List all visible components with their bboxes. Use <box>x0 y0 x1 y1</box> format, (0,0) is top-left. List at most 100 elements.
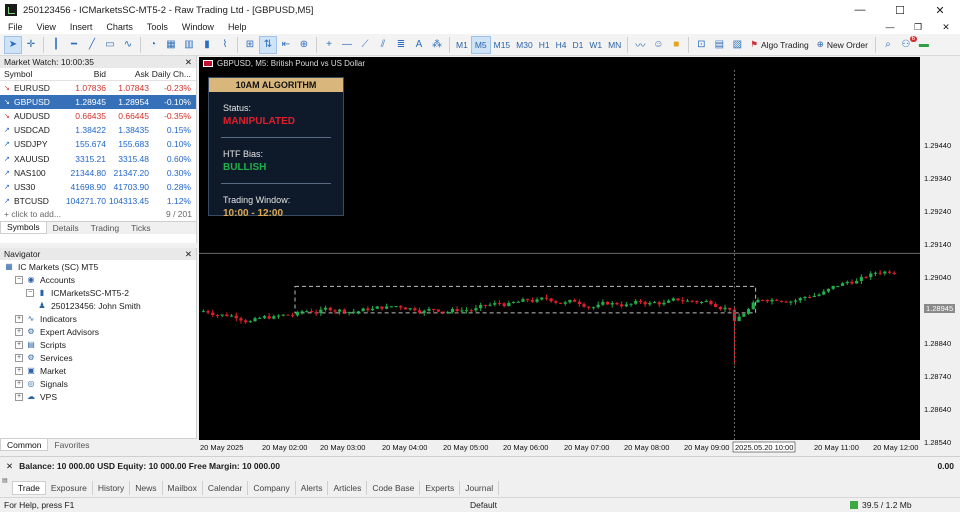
fibo-tool-icon[interactable]: ≣ <box>392 36 410 54</box>
signal-icon[interactable]: ▬ <box>915 36 933 54</box>
minimize-button[interactable]: — <box>840 0 880 20</box>
hline-tool-icon[interactable]: — <box>338 36 356 54</box>
expand-icon[interactable]: − <box>15 275 23 284</box>
trend-tool-icon[interactable]: ⟋ <box>356 36 374 54</box>
menu-window[interactable]: Window <box>182 22 214 32</box>
objects-tool-icon[interactable]: ⁂ <box>428 36 446 54</box>
tab-favorites[interactable]: Favorites <box>48 439 95 451</box>
cursor-icon[interactable]: ➤ <box>4 35 22 54</box>
vertical-line-icon[interactable]: ┃ <box>47 36 65 54</box>
wave-icon[interactable]: ∿ <box>119 36 137 54</box>
chart-grid-icon[interactable]: ⊞ <box>241 36 259 54</box>
col-change[interactable]: Daily Ch... <box>151 69 195 79</box>
navigator-item[interactable]: + ⚙ Services <box>0 351 196 364</box>
crosshair-tool-icon[interactable]: + <box>320 36 338 54</box>
tab-symbols[interactable]: Symbols <box>0 221 47 234</box>
tf-m1[interactable]: M1 <box>453 36 471 54</box>
expand-icon[interactable]: − <box>26 288 34 297</box>
close-icon[interactable]: ✕ <box>185 57 192 68</box>
notifications-icon[interactable]: ⚇ 6 <box>897 35 917 54</box>
tab-articles[interactable]: Articles <box>328 481 368 495</box>
search-icon[interactable]: ⌕ <box>879 36 897 54</box>
status-profile[interactable]: Default <box>470 500 850 510</box>
autoscroll-icon[interactable]: ⇅ <box>259 35 277 54</box>
expand-icon[interactable]: + <box>15 340 23 349</box>
new-order-button[interactable]: ⊕ New Order <box>817 39 868 50</box>
expand-icon[interactable]: + <box>15 327 23 336</box>
depth-icon[interactable]: ▤ <box>710 36 728 54</box>
expand-icon[interactable]: + <box>15 353 23 362</box>
templates-icon[interactable]: ▦ <box>162 36 180 54</box>
indicators-icon[interactable]: 〰 <box>631 36 649 54</box>
close-button[interactable]: ✕ <box>920 0 960 20</box>
navigator-item[interactable]: − ▮ ICMarketsSC-MT5-2 <box>0 286 196 299</box>
table-row[interactable]: ↘ AUDUSD 0.66435 0.66445 -0.35% <box>0 109 196 123</box>
tab-alerts[interactable]: Alerts <box>296 481 329 495</box>
templates-menu-icon[interactable]: ☺ <box>649 36 667 54</box>
menu-insert[interactable]: Insert <box>70 22 93 32</box>
text-tool-icon[interactable]: A <box>410 36 428 54</box>
tf-m15[interactable]: M15 <box>491 36 514 54</box>
trendline-icon[interactable]: ╱ <box>83 36 101 54</box>
tf-m5[interactable]: M5 <box>470 35 491 54</box>
navigator-item[interactable]: − ◉ Accounts <box>0 273 196 286</box>
table-row[interactable]: ↗ USDCAD 1.38422 1.38435 0.15% <box>0 123 196 137</box>
profiles-icon[interactable]: ◔ <box>144 36 162 54</box>
tf-h1[interactable]: H1 <box>536 36 553 54</box>
table-row[interactable]: ↗ US30 41698.90 41703.90 0.28% <box>0 180 196 194</box>
tab-mailbox[interactable]: Mailbox <box>163 481 203 495</box>
tab-trade[interactable]: Trade <box>12 481 46 495</box>
menu-help[interactable]: Help <box>228 22 247 32</box>
tf-mn[interactable]: MN <box>605 36 624 54</box>
menu-tools[interactable]: Tools <box>147 22 168 32</box>
zoom-in-icon[interactable]: ⊕ <box>295 36 313 54</box>
windows-icon[interactable]: ⊡ <box>692 36 710 54</box>
table-row[interactable]: ↗ BTCUSD 104271.70 104313.45 1.12% <box>0 194 196 208</box>
tab-code-base[interactable]: Code Base <box>367 481 421 495</box>
menu-file[interactable]: File <box>8 22 23 32</box>
navigator-item[interactable]: ▦ IC Markets (SC) MT5 <box>0 260 196 273</box>
tab-news[interactable]: News <box>130 481 163 495</box>
lock-icon[interactable]: ■ <box>667 36 685 54</box>
navigator-item[interactable]: + ☁ VPS <box>0 390 196 403</box>
tf-d1[interactable]: D1 <box>569 36 586 54</box>
channel-tool-icon[interactable]: ⫽ <box>374 36 392 54</box>
candles-icon[interactable]: ▮ <box>198 36 216 54</box>
tab-experts[interactable]: Experts <box>420 481 461 495</box>
navigator-item[interactable]: + ⚙ Expert Advisors <box>0 325 196 338</box>
bar-chart-icon[interactable]: ▥ <box>180 36 198 54</box>
table-row[interactable]: ↗ NAS100 21344.80 21347.20 0.30% <box>0 166 196 180</box>
navigator-item[interactable]: ♟ 250123456: John Smith <box>0 299 196 312</box>
tab-common[interactable]: Common <box>0 439 49 451</box>
line-chart-icon[interactable]: ⌇ <box>216 36 234 54</box>
col-bid[interactable]: Bid <box>62 69 108 79</box>
add-symbol-link[interactable]: + click to add... <box>4 209 61 219</box>
close-icon[interactable]: ✕ <box>6 461 13 472</box>
table-row[interactable]: ↘ EURUSD 1.07836 1.07843 -0.23% <box>0 81 196 95</box>
tab-trading[interactable]: Trading <box>85 222 126 234</box>
maximize-button[interactable]: ☐ <box>880 0 920 20</box>
menu-view[interactable]: View <box>37 22 56 32</box>
algo-trading-button[interactable]: ⚑ Algo Trading <box>750 39 808 50</box>
tf-w1[interactable]: W1 <box>586 36 605 54</box>
tab-exposure[interactable]: Exposure <box>46 481 93 495</box>
horizontal-line-icon[interactable]: ━ <box>65 36 83 54</box>
table-row[interactable]: ↗ XAUUSD 3315.21 3315.48 0.60% <box>0 151 196 165</box>
menu-charts[interactable]: Charts <box>106 22 133 32</box>
tf-h4[interactable]: H4 <box>553 36 570 54</box>
col-ask[interactable]: Ask <box>108 69 151 79</box>
mdi-minimize-button[interactable]: — <box>876 22 904 33</box>
close-icon[interactable]: ✕ <box>185 249 192 260</box>
navigator-item[interactable]: + ▤ Scripts <box>0 338 196 351</box>
table-row[interactable]: ↗ USDJPY 155.674 155.683 0.10% <box>0 137 196 151</box>
chart-shift-icon[interactable]: ⇤ <box>277 36 295 54</box>
navigator-item[interactable]: + ◎ Signals <box>0 377 196 390</box>
expand-icon[interactable]: + <box>15 379 23 388</box>
col-symbol[interactable]: Symbol <box>0 69 62 79</box>
table-row[interactable]: ↘ GBPUSD 1.28945 1.28954 -0.10% <box>0 95 196 110</box>
tab-ticks[interactable]: Ticks <box>125 222 157 234</box>
tf-m30[interactable]: M30 <box>513 36 536 54</box>
navigator-item[interactable]: + ∿ Indicators <box>0 312 196 325</box>
expand-icon[interactable]: + <box>15 366 23 375</box>
expand-icon[interactable]: + <box>15 392 23 401</box>
